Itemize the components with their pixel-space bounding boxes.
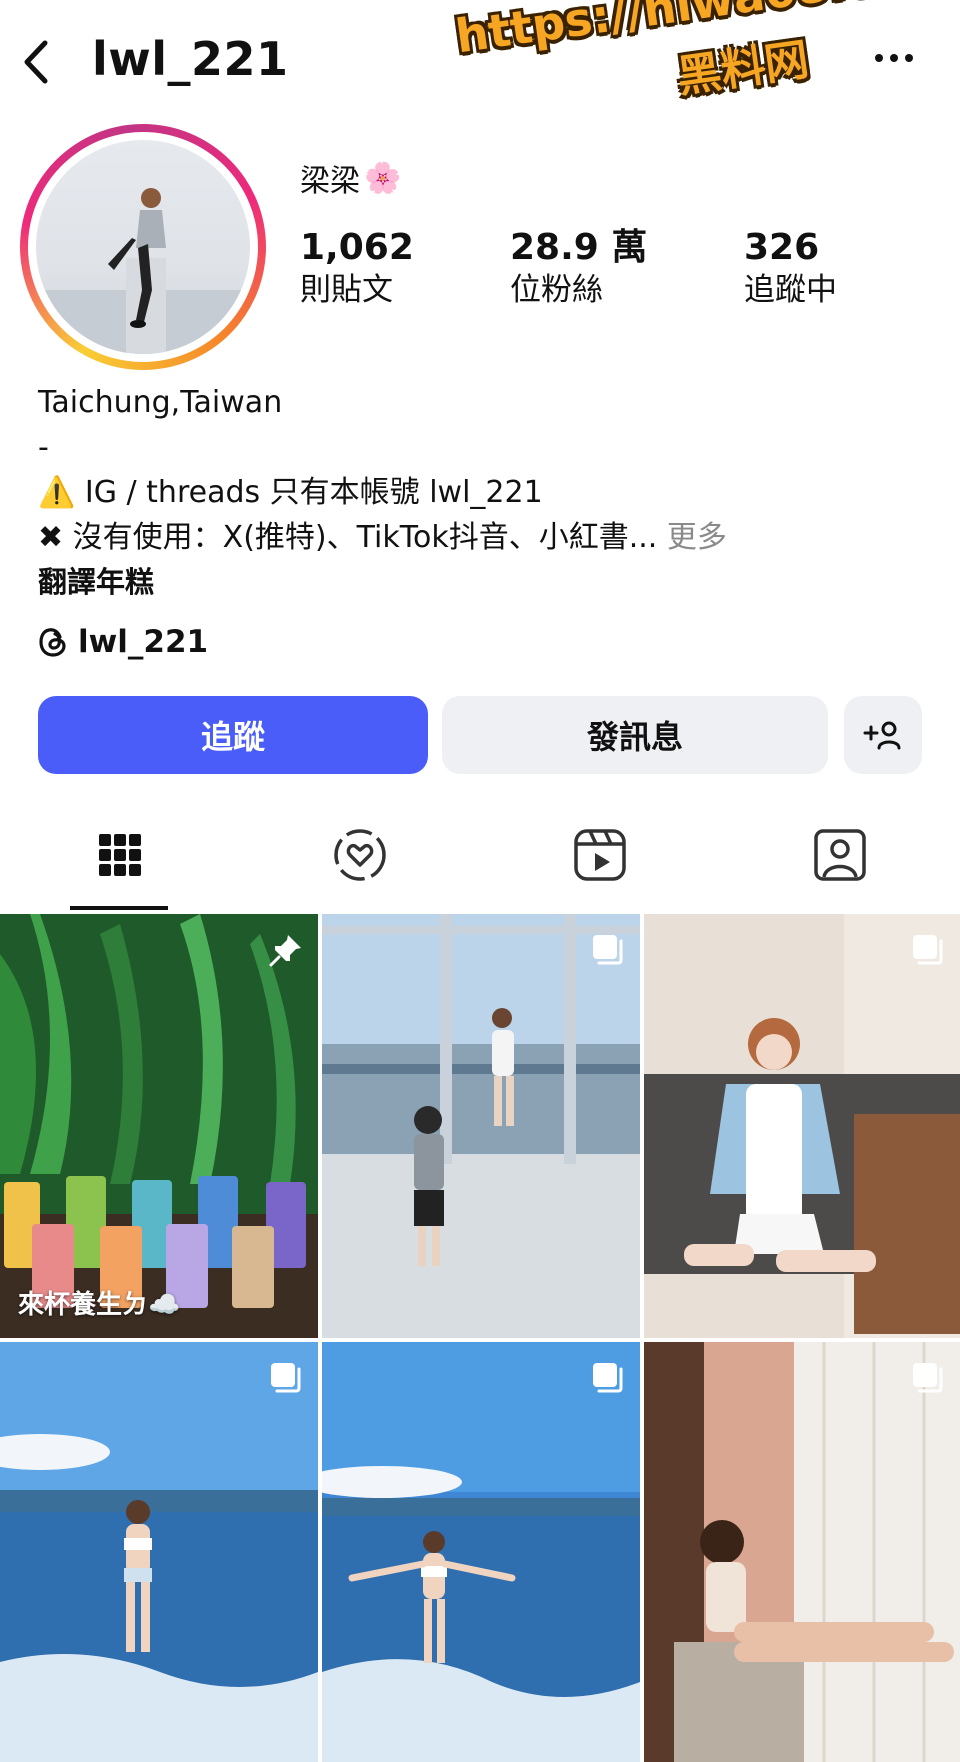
- post-image-beach-arms: [322, 1342, 640, 1762]
- stat-followers-value: 28.9 萬: [510, 227, 648, 268]
- profile-tabs: [0, 800, 960, 910]
- tab-posts[interactable]: [0, 800, 240, 910]
- follow-button[interactable]: 追蹤: [38, 696, 428, 774]
- post-caption-overlay: 來杯養生ㄉ☁️: [18, 1290, 181, 1320]
- suggested-users-button[interactable]: [844, 696, 922, 774]
- tab-reposts[interactable]: [240, 800, 480, 910]
- active-tab-indicator: [70, 906, 168, 910]
- post-image-room: [644, 1342, 960, 1762]
- more-options-button[interactable]: [872, 40, 916, 76]
- bio-location: Taichung,Taiwan: [38, 385, 283, 420]
- avatar-story-ring[interactable]: [20, 124, 266, 370]
- post-thumbnail[interactable]: 來杯養生ㄉ☁️: [0, 914, 318, 1338]
- message-button[interactable]: 發訊息: [442, 696, 828, 774]
- threads-link[interactable]: lwl_221: [38, 624, 208, 660]
- carousel-icon: [593, 1363, 623, 1393]
- post-image-observation-deck: [322, 914, 640, 1338]
- threads-icon: [39, 628, 66, 657]
- tagged-icon: [814, 829, 866, 881]
- avatar-photo: [36, 188, 250, 354]
- reposts-icon: [334, 829, 386, 881]
- posts-grid: 來杯養生ㄉ☁️: [0, 914, 960, 1762]
- bio-not-used-line: ✖ 沒有使用：X(推特)、TikTok抖音、小紅書... 更多: [38, 515, 938, 560]
- pin-icon: [269, 935, 301, 967]
- more-icon: [875, 54, 913, 62]
- stat-following-label: 追蹤中: [744, 272, 837, 308]
- grid-icon: [99, 834, 141, 876]
- tab-reels[interactable]: [480, 800, 720, 910]
- stat-followers[interactable]: 28.9 萬 位粉絲: [510, 228, 647, 312]
- bio-not-used-text: ✖ 沒有使用：X(推特)、TikTok抖音、小紅書...: [38, 520, 658, 555]
- bio: Taichung,Taiwan - ⚠️ IG / threads 只有本帳號 …: [38, 380, 938, 605]
- carousel-icon: [271, 1363, 301, 1393]
- stat-posts-label: 則貼文: [300, 272, 393, 308]
- carousel-icon: [913, 935, 943, 965]
- post-thumbnail[interactable]: [0, 1342, 318, 1762]
- profile-username-title: lwl_221: [92, 32, 289, 86]
- tab-tagged[interactable]: [720, 800, 960, 910]
- stat-posts[interactable]: 1,062 則貼文: [300, 228, 414, 312]
- display-name: 梁梁 🌸: [300, 156, 401, 200]
- bio-more-link[interactable]: 更多: [667, 520, 727, 555]
- post-thumbnail[interactable]: [644, 914, 960, 1338]
- post-thumbnail[interactable]: [322, 914, 640, 1338]
- back-button[interactable]: [14, 34, 58, 90]
- post-image-sofa: [644, 914, 960, 1338]
- post-thumbnail[interactable]: [322, 1342, 640, 1762]
- chevron-left-icon: [24, 40, 48, 84]
- stat-following[interactable]: 326 追蹤中: [744, 228, 837, 312]
- stat-posts-value: 1,062: [300, 227, 414, 268]
- carousel-icon: [913, 1363, 943, 1393]
- add-person-icon: [863, 721, 901, 750]
- bio-warning-line: ⚠️ IG / threads 只有本帳號 lwl_221: [38, 475, 543, 510]
- threads-handle: lwl_221: [78, 624, 209, 660]
- reels-icon: [574, 829, 626, 881]
- post-image-beach: [0, 1342, 318, 1762]
- post-thumbnail[interactable]: [644, 1342, 960, 1762]
- profile-stats: 1,062 則貼文 28.9 萬 位粉絲 326 追蹤中: [300, 228, 900, 318]
- stat-followers-label: 位粉絲: [510, 272, 603, 308]
- avatar: [36, 140, 250, 354]
- cherry-blossom-icon: 🌸: [364, 160, 402, 196]
- bio-separator: -: [38, 430, 49, 465]
- carousel-icon: [593, 935, 623, 965]
- top-bar: lwl_221: [0, 0, 960, 130]
- display-name-text: 梁梁: [300, 164, 360, 199]
- translate-link[interactable]: 翻譯年糕: [38, 560, 938, 605]
- stat-following-value: 326: [744, 227, 820, 268]
- post-image-plants: [0, 914, 318, 1338]
